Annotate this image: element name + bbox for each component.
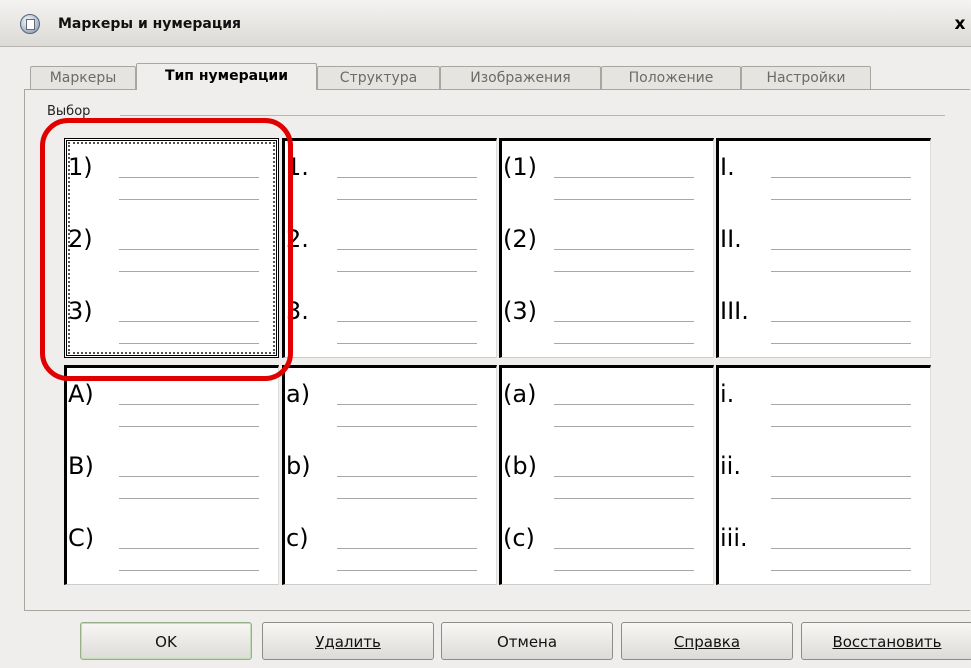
- preset-marker-label: b): [286, 452, 311, 480]
- preset-marker-label: (3): [503, 297, 537, 325]
- delete-button[interactable]: Удалить: [262, 622, 434, 660]
- preset-line: [554, 404, 694, 405]
- preset-line: [771, 498, 911, 499]
- preset-marker-label: (2): [503, 225, 537, 253]
- preset-marker-label: A): [68, 380, 94, 408]
- preset-line: [771, 321, 911, 322]
- ok-button[interactable]: OK: [80, 622, 252, 660]
- preset-line: [771, 426, 911, 427]
- preset-marker-label: (c): [503, 524, 535, 552]
- preset-line: [554, 548, 694, 549]
- preset-marker-label: II.: [720, 225, 742, 253]
- preset-line: [554, 426, 694, 427]
- preset-marker-label: B): [68, 452, 94, 480]
- preset-line: [119, 570, 259, 571]
- preset-line: [771, 199, 911, 200]
- tab-position[interactable]: Положение: [601, 66, 741, 89]
- numbering-preset-2[interactable]: 1. 2. 3.: [282, 138, 497, 358]
- numbering-preset-8[interactable]: i. ii. iii.: [716, 365, 931, 585]
- preset-line: [119, 548, 259, 549]
- preset-line: [337, 476, 477, 477]
- preset-marker-label: c): [286, 524, 309, 552]
- preset-marker-label: (a): [503, 380, 537, 408]
- preset-line: [771, 177, 911, 178]
- preset-marker-label: (b): [503, 452, 537, 480]
- preset-marker-label: i.: [720, 380, 735, 408]
- app-icon: [20, 14, 40, 34]
- numbering-preset-1[interactable]: 1) 2) 3): [64, 138, 279, 358]
- preset-line: [119, 271, 259, 272]
- preset-line: [337, 570, 477, 571]
- preset-line: [119, 404, 259, 405]
- preset-line: [119, 199, 259, 200]
- preset-line: [554, 321, 694, 322]
- window-title: Маркеры и нумерация: [58, 16, 242, 32]
- preset-line: [337, 404, 477, 405]
- preset-marker-label: I.: [720, 153, 735, 181]
- numbering-preset-4[interactable]: I. II. III.: [716, 138, 931, 358]
- preset-line: [771, 271, 911, 272]
- preset-line: [119, 476, 259, 477]
- group-label: Выбор: [47, 104, 91, 119]
- preset-marker-label: C): [68, 524, 95, 552]
- numbering-preset-6[interactable]: a) b) c): [282, 365, 497, 585]
- preset-line: [119, 321, 259, 322]
- group-divider: [120, 115, 945, 116]
- close-button[interactable]: x: [947, 12, 971, 36]
- preset-line: [554, 570, 694, 571]
- preset-line: [554, 498, 694, 499]
- preset-line: [119, 498, 259, 499]
- preset-line: [337, 249, 477, 250]
- preset-line: [771, 548, 911, 549]
- preset-line: [337, 271, 477, 272]
- preset-line: [554, 476, 694, 477]
- preset-marker-label: 1.: [286, 153, 309, 181]
- preset-line: [554, 249, 694, 250]
- preset-marker-label: iii.: [720, 524, 748, 552]
- preset-marker-label: 3.: [286, 297, 309, 325]
- preset-marker-label: 2): [68, 225, 93, 253]
- preset-line: [771, 343, 911, 344]
- tab-settings[interactable]: Настройки: [741, 66, 871, 89]
- preset-line: [119, 249, 259, 250]
- cancel-button[interactable]: Отмена: [441, 622, 613, 660]
- preset-line: [554, 199, 694, 200]
- preset-marker-label: 3): [68, 297, 93, 325]
- preset-marker-label: (1): [503, 153, 537, 181]
- preset-marker-label: 2.: [286, 225, 309, 253]
- title-bar: Маркеры и нумерация x: [0, 0, 971, 47]
- tab-numbering-type[interactable]: Тип нумерации: [136, 63, 317, 90]
- preset-marker-label: a): [286, 380, 311, 408]
- preset-line: [554, 343, 694, 344]
- preset-marker-label: ii.: [720, 452, 741, 480]
- preset-line: [337, 321, 477, 322]
- preset-line: [337, 548, 477, 549]
- preset-line: [337, 426, 477, 427]
- preset-marker-label: 1): [68, 153, 93, 181]
- numbering-preset-7[interactable]: (a) (b) (c): [499, 365, 714, 585]
- numbering-preset-3[interactable]: (1) (2) (3): [499, 138, 714, 358]
- preset-line: [771, 570, 911, 571]
- tab-images[interactable]: Изображения: [440, 66, 601, 89]
- preset-line: [337, 343, 477, 344]
- numbering-preset-5[interactable]: A) B) C): [64, 365, 279, 585]
- preset-line: [119, 426, 259, 427]
- preset-line: [337, 199, 477, 200]
- preset-line: [337, 498, 477, 499]
- preset-line: [337, 177, 477, 178]
- tab-markers[interactable]: Маркеры: [30, 66, 136, 89]
- preset-line: [554, 271, 694, 272]
- preset-line: [771, 404, 911, 405]
- preset-marker-label: III.: [720, 297, 749, 325]
- preset-line: [554, 177, 694, 178]
- preset-line: [771, 249, 911, 250]
- preset-line: [771, 476, 911, 477]
- help-button[interactable]: Справка: [621, 622, 793, 660]
- reset-button[interactable]: Восстановить: [801, 622, 971, 660]
- tab-structure[interactable]: Структура: [317, 66, 440, 89]
- preset-line: [119, 343, 259, 344]
- preset-line: [119, 177, 259, 178]
